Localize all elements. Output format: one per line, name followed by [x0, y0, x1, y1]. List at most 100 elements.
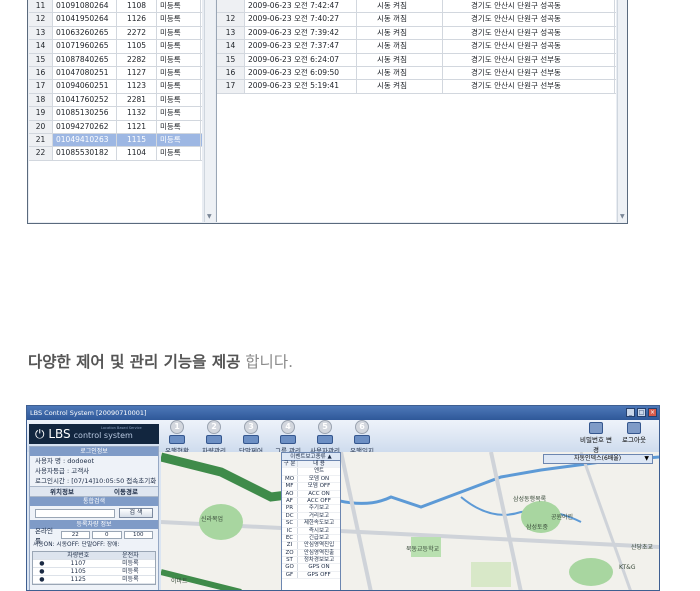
event-row[interactable]: 엔트 — [282, 468, 340, 476]
row-number: 13 — [217, 26, 245, 40]
event-row[interactable]: PR 주기보고 — [282, 505, 340, 513]
phone-cell: 01085130256 — [53, 107, 117, 120]
logo-main: LBS — [48, 427, 71, 441]
change-password-label: 비밀번호 변경 — [580, 436, 612, 454]
phone-cell: 01094060251 — [53, 80, 117, 93]
vehicle-row[interactable]: ● 1105 미등록 — [33, 568, 155, 576]
step-number-badge: 1 — [170, 420, 184, 434]
online-percent: 100 — [123, 530, 153, 539]
table-row[interactable]: 17 01094060251 1123 미등록 — [29, 80, 202, 94]
row-number: 18 — [29, 93, 53, 107]
event-code: ZO — [282, 549, 298, 557]
toolbar-item[interactable]: 2 차량관리 — [194, 420, 234, 455]
row-number: 14 — [217, 40, 245, 53]
event-panel-title[interactable]: 이벤트보고종류 ▲ — [282, 453, 340, 461]
event-row[interactable]: MF 모뎀 OFF — [282, 483, 340, 491]
event-code-header: 구 분 — [282, 461, 298, 468]
toolbar-icon — [354, 435, 370, 444]
toolbar-item[interactable]: 1 운행현황 — [157, 420, 197, 455]
table-row[interactable]: 13 01063260265 2272 미등록 — [29, 26, 202, 41]
table-row[interactable]: 13 2009-06-23 오전 7:39:42 시동 켜짐 경기도 안산시 단원구 … — [217, 26, 616, 41]
event-cell: 시동 켜짐 — [357, 53, 443, 66]
event-row[interactable]: ST 정차경보보고 — [282, 557, 340, 565]
table-row[interactable]: 14 01071960265 1105 미등록 — [29, 40, 202, 54]
row-number: 11 — [29, 0, 53, 13]
vehicle-list-scrollbar[interactable]: ▼ — [204, 0, 215, 222]
table-row[interactable]: 15 2009-06-23 오전 6:24:07 시동 켜짐 경기도 안산시 단원구 … — [217, 53, 616, 67]
toolbar-item[interactable]: 3 단말제어 — [231, 420, 271, 455]
toolbar-item[interactable]: 6 운행일지 — [342, 420, 382, 455]
event-row[interactable]: IC 즉시보고 — [282, 527, 340, 535]
table-row[interactable]: 21 01049410263 1115 미등록 — [29, 133, 202, 148]
toolbar-icon — [206, 435, 222, 444]
table-row[interactable]: 14 2009-06-23 오전 7:37:47 시동 꺼짐 경기도 안산시 단원구 … — [217, 40, 616, 54]
search-input[interactable] — [35, 508, 115, 518]
event-row[interactable]: ZO 안심영역진출 — [282, 549, 340, 558]
status-cell: 미등록 — [157, 66, 201, 80]
close-button[interactable]: × — [648, 408, 657, 417]
address-cell: 경기도 안산시 단원구 성곡동 — [443, 0, 615, 13]
event-row[interactable]: GO GPS ON — [282, 564, 340, 572]
map-scale-select[interactable]: 자동인덱스(6배율) ▼ — [543, 454, 653, 464]
table-row[interactable]: 12 2009-06-23 오전 7:40:27 시동 꺼짐 경기도 안산시 단원구 … — [217, 13, 616, 27]
vehicle-table-header: 차량번호 운전자 — [33, 552, 155, 560]
table-row[interactable]: 17 2009-06-23 오전 5:19:41 시동 켜짐 경기도 안산시 단원구 … — [217, 80, 616, 94]
map-label: 삼성토중 — [526, 524, 549, 531]
row-number: 16 — [29, 66, 53, 80]
event-desc: 안심영역진출 — [303, 549, 335, 556]
event-cell: 시동 켜짐 — [357, 80, 443, 93]
scroll-down-icon[interactable]: ▼ — [620, 213, 625, 220]
scroll-down-icon[interactable]: ▼ — [207, 213, 212, 220]
table-row[interactable]: 19 01085130256 1132 미등록 — [29, 107, 202, 121]
table-row[interactable]: 20 01094270262 1121 미등록 — [29, 120, 202, 134]
tab-location[interactable]: 위치정보 — [30, 487, 94, 496]
event-desc-header: 내 용 — [313, 461, 325, 467]
map-view[interactable]: 신라목업 삼성동행목록 삼성토중 북동교등학교 공원어린 이마트 KT&G 산당… — [161, 452, 659, 591]
row-number: 13 — [29, 26, 53, 40]
table-row[interactable]: 12 01041950264 1126 미등록 — [29, 13, 202, 27]
logout-button[interactable]: 로그아웃 — [617, 420, 651, 444]
vehicle-row[interactable]: ● 1107 미등록 — [33, 560, 155, 568]
maximize-button[interactable]: □ — [637, 408, 646, 417]
event-row[interactable]: AO ACC ON — [282, 490, 340, 498]
table-row[interactable]: 22 01085530182 1104 미등록 — [29, 147, 202, 161]
table-row[interactable]: 18 01041760252 2281 미등록 — [29, 93, 202, 108]
event-header-row: 구 분내 용 — [282, 461, 340, 469]
logo-sub: control system — [73, 431, 133, 440]
status-cell: 미등록 — [157, 0, 201, 13]
vehicle-row[interactable]: ● 1125 미등록 — [33, 576, 155, 584]
header-empty — [33, 552, 51, 559]
change-password-button[interactable]: 비밀번호 변경 — [579, 420, 613, 454]
row-number: 15 — [29, 53, 53, 66]
table-row[interactable]: 11 01091080264 1108 미등록 — [29, 0, 202, 14]
minimize-button[interactable]: _ — [626, 408, 635, 417]
time-cell: 2009-06-23 오전 6:09:50 — [245, 66, 357, 80]
event-history-scrollbar[interactable]: ▼ — [617, 0, 627, 222]
table-row[interactable]: 2009-06-23 오전 7:42:47 시동 켜짐 경기도 안산시 단원구 성곡… — [217, 0, 616, 14]
logout-icon — [627, 422, 641, 434]
event-desc: 엔트 — [313, 468, 325, 475]
id-cell: 1121 — [117, 120, 157, 133]
id-cell: 1127 — [117, 66, 157, 80]
status-dot-icon: ● — [39, 576, 45, 583]
phone-cell: 01071960265 — [53, 40, 117, 53]
toolbar-item[interactable]: 5 사용자관리 — [305, 420, 345, 455]
row-number: 17 — [217, 80, 245, 93]
event-row[interactable]: GF GPS OFF — [282, 571, 340, 580]
table-row[interactable]: 16 2009-06-23 오전 6:09:50 시동 꺼짐 경기도 안산시 단원구 … — [217, 66, 616, 81]
toolbar-icon — [280, 435, 296, 444]
map-canvas[interactable] — [161, 452, 659, 591]
table-row[interactable]: 16 01047080251 1127 미등록 — [29, 66, 202, 81]
left-panel: 로그인정보 사용자 명 : dodoeot 사용자등급 : 고객사 로그인시간 … — [29, 446, 159, 590]
chevron-down-icon[interactable]: ▼ — [644, 455, 649, 463]
toolbar-item[interactable]: 4 그룹 관리 — [268, 420, 308, 455]
event-desc: 긴급보고 — [308, 534, 330, 541]
tab-route[interactable]: 이동경로 — [94, 487, 158, 496]
status-cell: 미등록 — [157, 40, 201, 53]
table-row[interactable]: 15 01087840265 2282 미등록 — [29, 53, 202, 67]
step-number-badge: 2 — [207, 420, 221, 434]
event-row[interactable]: SC 제한속도보고 — [282, 520, 340, 528]
caption-bold: 다양한 제어 및 관리 기능을 제공 — [28, 353, 241, 371]
event-row[interactable]: ZI 안심영역진입 — [282, 542, 340, 550]
search-button[interactable]: 검 색 — [119, 508, 153, 518]
